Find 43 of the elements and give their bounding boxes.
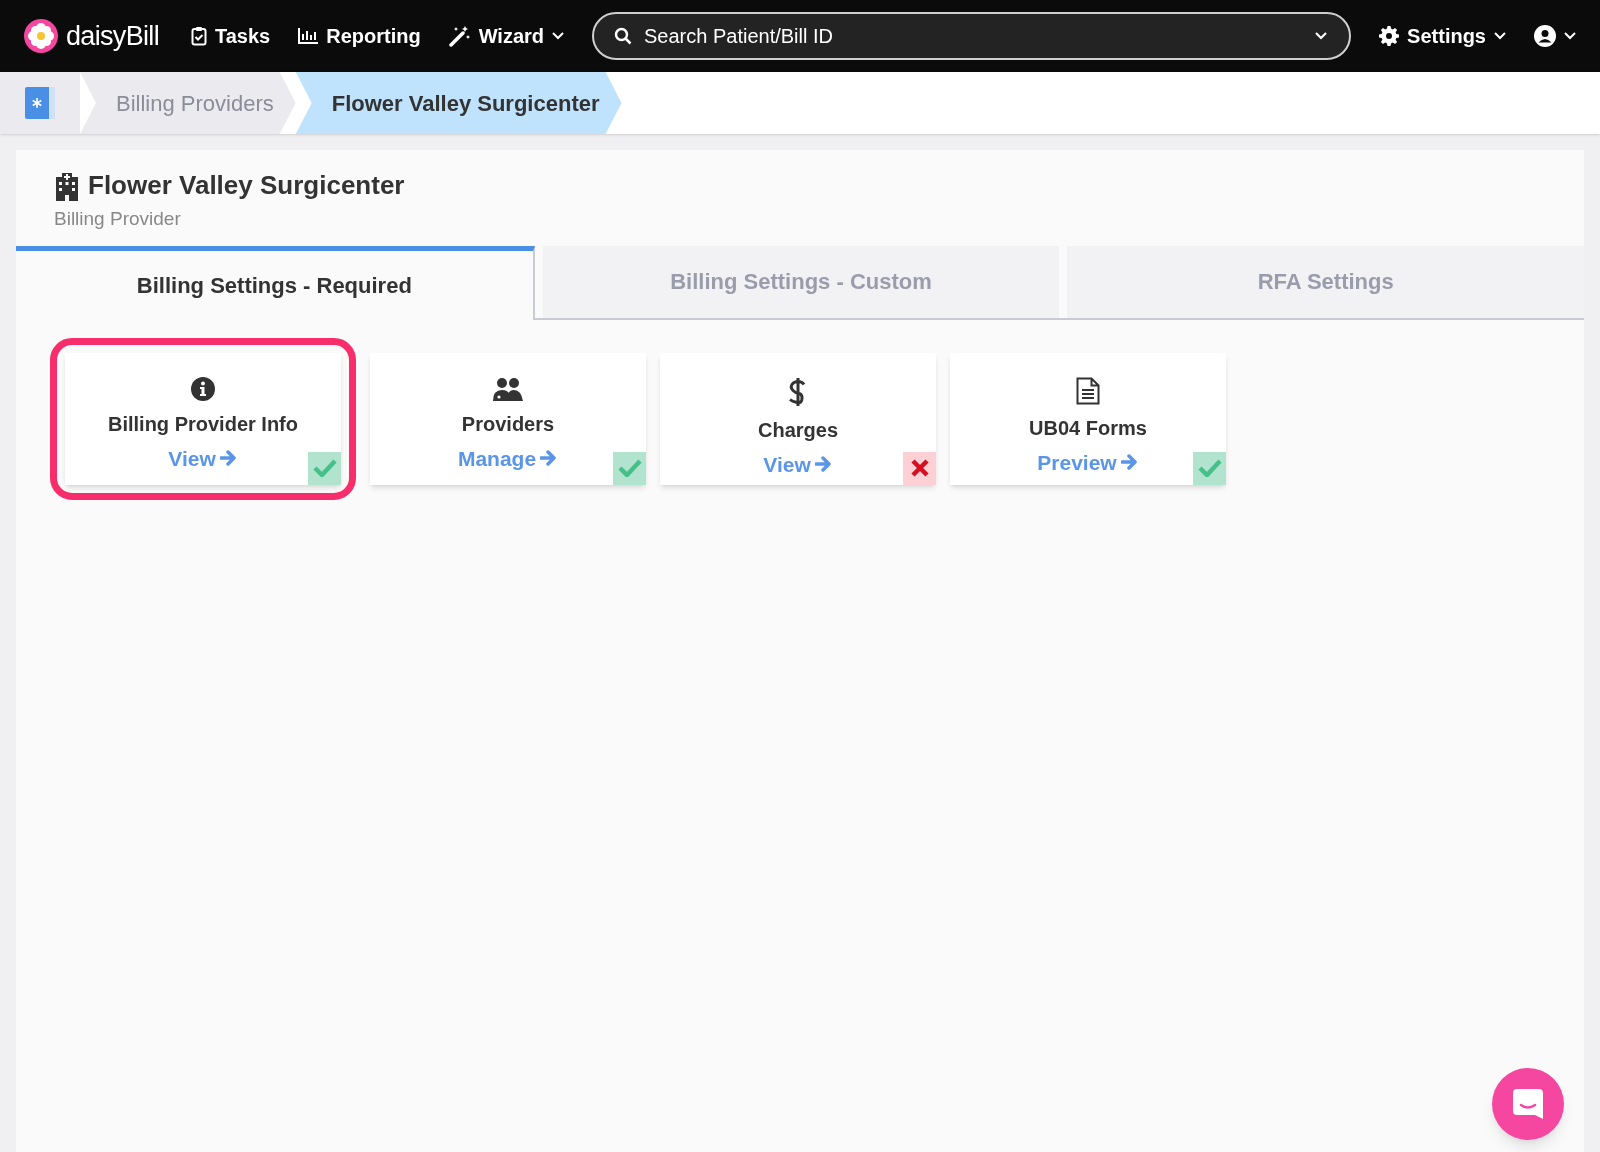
caret-icon: [1494, 32, 1506, 40]
dollar-icon: [789, 376, 807, 407]
check-icon: [1197, 459, 1222, 477]
card-title: Billing Provider Info: [108, 411, 298, 437]
nav-item[interactable]: Reporting: [298, 21, 421, 51]
page-title: Flower Valley Surgicenter: [88, 169, 405, 202]
breadcrumb-link[interactable]: Flower Valley Surgicenter: [295, 72, 622, 134]
tab[interactable]: Billing Settings - Required: [16, 245, 535, 320]
chat-button[interactable]: [1492, 1068, 1564, 1140]
check-icon: [312, 459, 337, 477]
card-title: UB04 Forms: [1029, 415, 1147, 441]
caret-icon: [1313, 32, 1330, 40]
user-icon: [1534, 25, 1556, 47]
magic-wand-icon: [448, 25, 471, 47]
card-title: Providers: [461, 411, 555, 437]
people-icon: [492, 376, 524, 401]
page-subtitle: Billing Provider: [54, 207, 182, 231]
search-icon: [614, 27, 633, 45]
home-card-icon[interactable]: [25, 87, 55, 119]
hospital-icon: [54, 170, 80, 201]
user-menu[interactable]: [1534, 25, 1576, 47]
nav-item[interactable]: Tasks: [190, 21, 271, 51]
arrow-right-icon: [219, 449, 238, 468]
caret-icon: [1564, 32, 1576, 40]
clipboard-check-icon: [190, 26, 207, 46]
arrow-right-icon: [540, 449, 559, 468]
chat-icon: [1511, 1087, 1545, 1121]
document-icon: [1076, 376, 1100, 405]
flower-logo-icon: [24, 19, 58, 53]
search-field[interactable]: Search Patient/Bill ID: [592, 12, 1352, 60]
check-icon: [617, 459, 642, 477]
arrow-right-icon: [814, 455, 833, 474]
search-input[interactable]: Search Patient/Bill ID: [644, 21, 1302, 51]
close-icon: [910, 459, 929, 477]
settings-menu[interactable]: Settings: [1379, 21, 1506, 51]
info-icon: [191, 376, 215, 401]
settings-icon: [1379, 26, 1400, 46]
bar-chart-icon: [298, 28, 319, 44]
card-title: Charges: [758, 417, 838, 443]
nav-item[interactable]: Wizard: [448, 21, 565, 51]
logo-text[interactable]: daisyBill: [66, 15, 159, 57]
caret-icon: [552, 32, 565, 40]
arrow-right-icon: [1120, 453, 1139, 472]
